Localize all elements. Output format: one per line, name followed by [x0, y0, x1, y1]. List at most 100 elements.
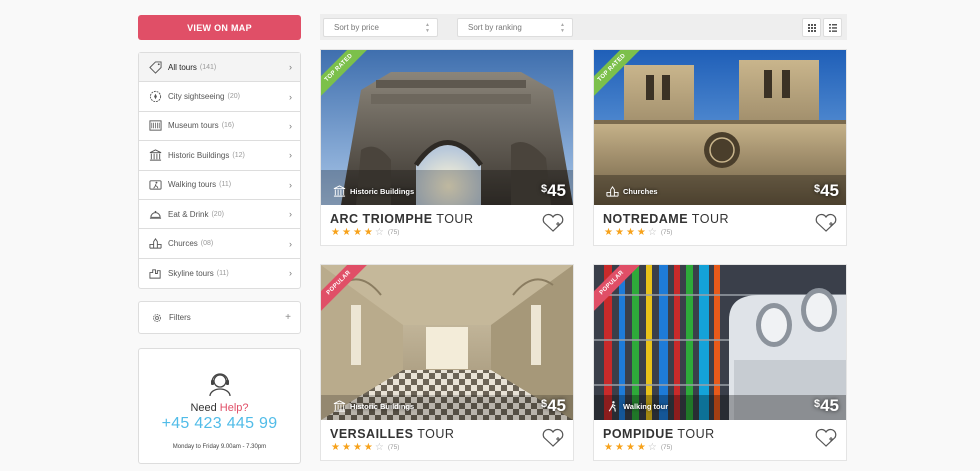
star-icon: ★: [614, 442, 624, 453]
category-count: (141): [199, 63, 217, 71]
category-city-sightseeing[interactable]: City sightseeing (20) ›: [139, 82, 300, 112]
select-arrows-icon: ▲ ▼: [425, 22, 430, 34]
chevron-right-icon: ›: [289, 209, 292, 220]
tour-title-bold: ARC TRIOMPHE: [330, 212, 433, 226]
tour-title-bold: NOTREDAME: [603, 212, 689, 226]
star-empty-icon: ☆: [647, 227, 657, 238]
star-icon: ★: [363, 227, 373, 238]
category-label: Skyline tours: [168, 268, 214, 278]
sort-by-ranking-select[interactable]: Sort by ranking ▲ ▼: [457, 18, 573, 37]
view-on-map-button[interactable]: VIEW ON MAP: [138, 15, 301, 40]
star-icon: ★: [331, 227, 340, 238]
list-view-button[interactable]: [823, 18, 842, 37]
category-label: Churces: [168, 239, 198, 249]
tour-rating: ★ ★ ★ ★ ☆ (75): [331, 227, 399, 238]
list-view-icon: [828, 23, 837, 32]
sort-ranking-label: Sort by ranking: [468, 23, 522, 32]
tour-card-arc-triomphe[interactable]: TOP RATED Historic Buildings $45 ARC TRI…: [320, 49, 574, 246]
tour-photo[interactable]: TOP RATED Churches $45: [594, 50, 846, 205]
chevron-right-icon: ›: [289, 238, 292, 249]
category-label: Historic Buildings: [168, 150, 230, 160]
star-empty-icon: ☆: [647, 442, 657, 453]
chevron-right-icon: ›: [289, 150, 292, 161]
tour-title-bold: POMPIDUE: [603, 427, 674, 441]
need-help-heading: Need Help?: [139, 402, 300, 414]
star-icon: ★: [352, 227, 362, 238]
tour-rating: ★ ★ ★ ★ ☆ (75): [604, 442, 672, 453]
tour-title-bold: VERSAILLES: [330, 427, 414, 441]
tour-category-label: Historic Buildings: [350, 186, 415, 196]
category-museum-tours[interactable]: Museum tours (16) ›: [139, 112, 300, 142]
tour-category: Historic Buildings: [332, 399, 414, 413]
tour-title-rest: TOUR: [413, 427, 455, 441]
wishlist-heart-icon[interactable]: [541, 428, 565, 448]
tour-title[interactable]: NOTREDAME TOUR: [603, 212, 729, 226]
chevron-right-icon: ›: [289, 120, 292, 131]
wishlist-heart-icon[interactable]: [814, 213, 838, 233]
chevron-right-icon: ›: [289, 268, 292, 279]
star-icon: ★: [604, 442, 613, 453]
grid-view-button[interactable]: [802, 18, 821, 37]
review-count: (75): [660, 229, 673, 236]
price-value: 45: [820, 181, 839, 200]
tour-photo[interactable]: POPULAR Historic Buildings $45: [321, 265, 573, 420]
tour-title[interactable]: ARC TRIOMPHE TOUR: [330, 212, 473, 226]
gear-icon: [151, 312, 163, 324]
help-text: Help?: [219, 402, 249, 414]
wishlist-heart-icon[interactable]: [541, 213, 565, 233]
tour-photo[interactable]: TOP RATED Historic Buildings $45: [321, 50, 573, 205]
historic-building-icon: [332, 399, 346, 413]
star-icon: ★: [625, 442, 635, 453]
star-empty-icon: ☆: [374, 227, 384, 238]
tour-category-label: Historic Buildings: [350, 401, 415, 411]
tour-category: Churches: [605, 184, 658, 198]
tour-price: $45: [814, 181, 839, 201]
filters-toggle[interactable]: Filters +: [138, 301, 301, 334]
tour-card-notredame[interactable]: TOP RATED Churches $45 NOTREDAME TOUR ★ ★…: [593, 49, 847, 246]
headset-icon: [206, 369, 234, 397]
help-hours: Monday to Friday 9.00am - 7.30pm: [172, 444, 267, 450]
star-icon: ★: [636, 442, 646, 453]
star-icon: ★: [331, 442, 340, 453]
tour-rating: ★ ★ ★ ★ ☆ (75): [331, 442, 399, 453]
star-icon: ★: [352, 442, 362, 453]
star-icon: ★: [341, 442, 351, 453]
category-all-tours[interactable]: All tours (141) ›: [139, 53, 300, 83]
star-icon: ★: [363, 442, 373, 453]
tour-price: $45: [814, 396, 839, 416]
tour-rating: ★ ★ ★ ★ ☆ (75): [604, 227, 672, 238]
category-churces[interactable]: Churces (08) ›: [139, 229, 300, 259]
sort-price-label: Sort by price: [334, 23, 379, 32]
food-cloche-icon: [148, 207, 162, 221]
museum-icon: [148, 119, 162, 133]
review-count: (75): [387, 444, 400, 451]
tour-card-pompidue[interactable]: POPULAR Walking tour $45 POMPIDUE TOUR ★…: [593, 264, 847, 461]
wishlist-heart-icon[interactable]: [814, 428, 838, 448]
tour-title[interactable]: VERSAILLES TOUR: [330, 427, 454, 441]
need-text: Need: [190, 402, 217, 414]
category-count: (16): [221, 122, 235, 130]
tour-photo[interactable]: POPULAR Walking tour $45: [594, 265, 846, 420]
tour-price: $45: [541, 181, 566, 201]
church-icon: [605, 184, 619, 198]
category-label: Eat & Drink: [168, 209, 209, 219]
star-icon: ★: [625, 227, 635, 238]
category-count: (20): [211, 210, 224, 218]
category-label: All tours: [168, 62, 197, 72]
sort-by-price-select[interactable]: Sort by price ▲ ▼: [323, 18, 438, 37]
category-eat-drink[interactable]: Eat & Drink (20) ›: [139, 200, 300, 230]
tour-card-versailles[interactable]: POPULAR Historic Buildings $45 VERSAILLE…: [320, 264, 574, 461]
category-walking-tours[interactable]: Walking tours (11) ›: [139, 171, 300, 200]
help-phone-link[interactable]: +45 423 445 99: [139, 415, 300, 433]
review-count: (75): [660, 444, 673, 451]
category-label: City sightseeing: [168, 92, 225, 102]
category-count: (08): [200, 240, 214, 248]
category-label: Walking tours: [168, 180, 217, 190]
sort-toolbar: Sort by price ▲ ▼ Sort by ranking ▲ ▼: [320, 14, 847, 40]
grid-view-icon: [807, 23, 816, 32]
category-historic-buildings[interactable]: Historic Buildings (12) ›: [139, 141, 300, 171]
category-skyline-tours[interactable]: Skyline tours (11) ›: [139, 259, 300, 288]
tour-title[interactable]: POMPIDUE TOUR: [603, 427, 715, 441]
tour-category-label: Walking tour: [623, 401, 669, 411]
help-box: Need Help? +45 423 445 99 Monday to Frid…: [138, 348, 301, 464]
